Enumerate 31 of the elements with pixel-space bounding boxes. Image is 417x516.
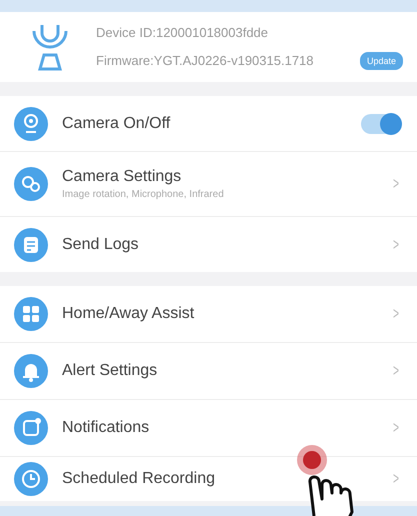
bell-icon [14, 354, 48, 388]
settings-row[interactable]: Home/Away Assist > [0, 286, 417, 343]
grid-icon [14, 297, 48, 331]
row-label: Home/Away Assist [62, 305, 196, 323]
clock-icon [14, 462, 48, 496]
note-icon [14, 411, 48, 445]
settings-row[interactable]: Camera Settings Image rotation, Microphone, Infrared > [0, 152, 417, 217]
device-id-text: Device ID:120001018003fdde [96, 24, 270, 40]
toggle-switch[interactable] [361, 114, 401, 134]
settings-row[interactable]: Camera On/Off [0, 96, 417, 152]
row-label: Notifications [62, 419, 150, 437]
firmware-text: Firmware:YGT.AJ0226-v190315.1718 [96, 53, 314, 68]
chevron: > [393, 361, 399, 381]
settings-row[interactable]: Notifications > [0, 400, 417, 457]
row-label: Camera Settings [62, 168, 182, 186]
chevron: > [393, 469, 399, 489]
settings-row[interactable]: Send Logs > [0, 217, 417, 272]
row-label: Scheduled Recording [62, 470, 216, 488]
chevron: > [393, 304, 399, 324]
row-label: Alert Settings [62, 362, 158, 380]
row-label: Camera On/Off [62, 114, 172, 132]
settings-row[interactable]: Scheduled Recording > [0, 457, 417, 501]
gears-icon [14, 167, 48, 201]
row-label: Send Logs [62, 236, 140, 254]
document-icon [14, 228, 48, 262]
chevron: > [393, 418, 399, 438]
row-subtitle: Image rotation, Microphone, Infrared [62, 189, 225, 200]
webcam-icon [14, 106, 48, 140]
chevron: > [393, 174, 399, 194]
chevron: > [393, 234, 399, 254]
settings-row[interactable]: Alert Settings > [0, 343, 417, 400]
